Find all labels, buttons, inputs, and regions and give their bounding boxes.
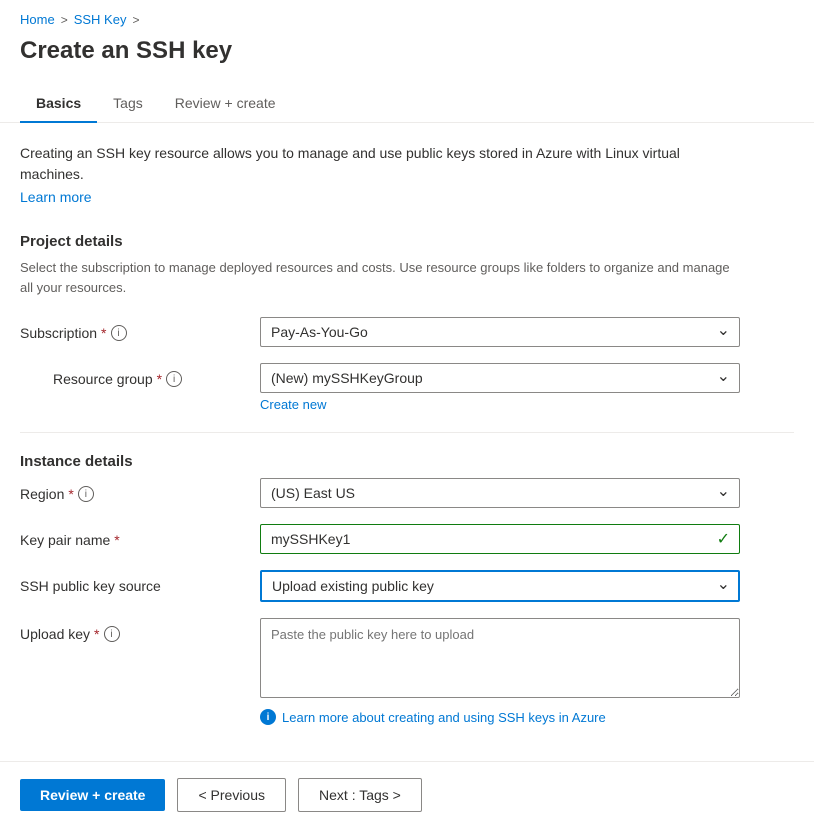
subscription-select-wrapper: Pay-As-You-Go Free Trial Enterprise Agre… [260, 317, 740, 347]
key-pair-name-input-wrap: ✓ [260, 524, 740, 554]
subscription-info-icon[interactable]: i [111, 325, 127, 341]
subscription-control-wrap: Pay-As-You-Go Free Trial Enterprise Agre… [260, 317, 740, 347]
breadcrumb-home[interactable]: Home [20, 12, 55, 27]
page-title: Create an SSH key [0, 33, 814, 85]
instance-details-title: Instance details [20, 453, 794, 470]
divider-1 [20, 432, 794, 433]
subscription-select[interactable]: Pay-As-You-Go Free Trial Enterprise Agre… [260, 317, 740, 347]
resource-group-required: * [157, 371, 162, 387]
region-control-wrap: (US) East US (US) West US (EU) West Euro… [260, 478, 740, 508]
tab-review-create[interactable]: Review + create [159, 85, 292, 123]
review-create-button[interactable]: Review + create [20, 779, 165, 811]
region-row: Region * i (US) East US (US) West US (EU… [20, 478, 794, 508]
previous-button[interactable]: < Previous [177, 778, 286, 812]
region-required: * [68, 486, 73, 502]
subscription-label: Subscription * i [20, 317, 260, 341]
project-details-desc: Select the subscription to manage deploy… [20, 258, 740, 297]
subscription-row: Subscription * i Pay-As-You-Go Free Tria… [20, 317, 794, 347]
breadcrumb-ssh-key[interactable]: SSH Key [74, 12, 127, 27]
breadcrumb-sep1: > [61, 13, 68, 27]
resource-group-select-wrapper: (New) mySSHKeyGroup [260, 363, 740, 393]
ssh-key-source-row: SSH public key source Generate new key p… [20, 570, 794, 602]
key-pair-check-icon: ✓ [717, 529, 730, 549]
project-details-title: Project details [20, 233, 794, 250]
ssh-key-source-select-wrapper: Generate new key pair Use existing key s… [260, 570, 740, 602]
content-area: Creating an SSH key resource allows you … [0, 123, 814, 761]
upload-key-label: Upload key * i [20, 618, 260, 642]
ssh-key-source-control-wrap: Generate new key pair Use existing key s… [260, 570, 740, 602]
upload-key-textarea[interactable] [260, 618, 740, 698]
page-wrapper: Home > SSH Key > Create an SSH key Basic… [0, 0, 814, 828]
breadcrumb: Home > SSH Key > [0, 0, 814, 33]
breadcrumb-sep2: > [132, 13, 139, 27]
resource-group-select[interactable]: (New) mySSHKeyGroup [260, 363, 740, 393]
key-pair-name-row: Key pair name * ✓ [20, 524, 794, 554]
tab-basics[interactable]: Basics [20, 85, 97, 123]
key-pair-name-label: Key pair name * [20, 524, 260, 548]
region-select-wrapper: (US) East US (US) West US (EU) West Euro… [260, 478, 740, 508]
key-pair-name-input[interactable] [260, 524, 740, 554]
resource-group-info-icon[interactable]: i [166, 371, 182, 387]
learn-more-link[interactable]: Learn more [20, 189, 92, 205]
learn-more-ssh-link[interactable]: i Learn more about creating and using SS… [260, 709, 740, 725]
region-info-icon[interactable]: i [78, 486, 94, 502]
region-select[interactable]: (US) East US (US) West US (EU) West Euro… [260, 478, 740, 508]
tabs-bar: Basics Tags Review + create [0, 85, 814, 123]
basics-description: Creating an SSH key resource allows you … [20, 143, 740, 185]
resource-group-row: Resource group * i (New) mySSHKeyGroup C… [20, 363, 794, 412]
upload-key-control-wrap: i Learn more about creating and using SS… [260, 618, 740, 725]
ssh-key-source-label: SSH public key source [20, 570, 260, 594]
key-pair-required: * [114, 532, 119, 548]
region-label: Region * i [20, 478, 260, 502]
instance-details-section: Instance details Region * i (US) East US… [20, 453, 794, 725]
project-details-section: Project details Select the subscription … [20, 233, 794, 412]
info-circle-blue-icon: i [260, 709, 276, 725]
resource-group-control-wrap: (New) mySSHKeyGroup Create new [260, 363, 740, 412]
resource-group-label-wrap: Resource group * i [20, 363, 260, 387]
footer: Review + create < Previous Next : Tags > [0, 761, 814, 828]
upload-key-required: * [94, 626, 99, 642]
upload-key-info-icon[interactable]: i [104, 626, 120, 642]
ssh-key-source-select[interactable]: Generate new key pair Use existing key s… [260, 570, 740, 602]
upload-key-row: Upload key * i i Learn more about creati… [20, 618, 794, 725]
subscription-required: * [101, 325, 106, 341]
next-button[interactable]: Next : Tags > [298, 778, 422, 812]
create-new-link[interactable]: Create new [260, 397, 326, 412]
tab-tags[interactable]: Tags [97, 85, 159, 123]
key-pair-name-control-wrap: ✓ [260, 524, 740, 554]
